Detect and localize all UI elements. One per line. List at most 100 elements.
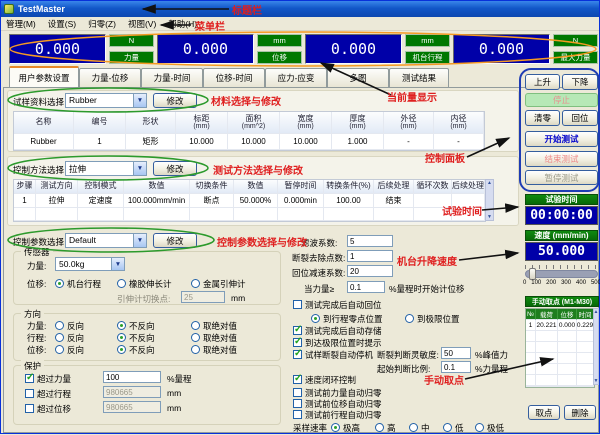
menu-view[interactable]: 视图(V) — [128, 18, 156, 30]
direction-disp-reverse-radio[interactable] — [55, 345, 64, 354]
menu-manage[interactable]: 管理(M) — [6, 18, 36, 30]
break-stop-label[interactable]: 试样断裂自动停机 — [305, 349, 373, 361]
direction-option-label[interactable]: 取绝对值 — [203, 320, 237, 332]
direction-force-reverse-radio[interactable] — [55, 321, 64, 330]
protect-disp-checkbox[interactable] — [25, 404, 34, 413]
sample-rate-option[interactable]: 高 — [387, 422, 396, 434]
ext-switch-input[interactable] — [181, 291, 225, 303]
zero-disp-checkbox[interactable] — [293, 399, 302, 408]
sensor-metal-ext-option[interactable]: 金属引伸计 — [203, 278, 246, 290]
sample-rate-radio-4[interactable] — [475, 423, 484, 432]
scroll-up-icon[interactable]: ▲ — [487, 180, 492, 186]
scroll-down-icon[interactable]: ▼ — [487, 214, 492, 220]
down-button[interactable]: 下降 — [562, 74, 598, 90]
auto-save-label[interactable]: 测试完成后自动存储 — [305, 325, 382, 337]
clear-button[interactable]: 清零 — [525, 110, 560, 126]
protect-stroke-label[interactable]: 超过行程 — [37, 388, 71, 400]
manual-table-scrollbar[interactable]: ▲ ▼ — [593, 308, 599, 385]
end-test-button[interactable]: 结束测试 — [525, 151, 598, 167]
method-combobox[interactable]: 拉伸 ▼ — [65, 161, 147, 176]
direction-option-label[interactable]: 不反向 — [129, 332, 155, 344]
tab-force-time[interactable]: 力量-时间 — [141, 68, 203, 87]
sensor-rubber-ext-option[interactable]: 橡胶伸长计 — [129, 278, 172, 290]
sensor-stroke-option[interactable]: 机台行程 — [67, 278, 101, 290]
direction-disp-noreverse-radio[interactable] — [117, 345, 126, 354]
return-limit-radio[interactable] — [405, 314, 414, 323]
return-zero-label[interactable]: 到行程零点位置 — [323, 313, 383, 325]
protect-force-label[interactable]: 超过力量 — [37, 373, 71, 385]
direction-disp-abs-radio[interactable] — [191, 345, 200, 354]
direction-option-label[interactable]: 反向 — [67, 344, 84, 356]
zero-stroke-checkbox[interactable] — [293, 410, 302, 419]
protect-stroke-input[interactable] — [103, 386, 161, 398]
protect-disp-label[interactable]: 超过位移 — [37, 403, 71, 415]
scroll-up-icon[interactable]: ▲ — [594, 309, 599, 315]
direction-option-label[interactable]: 反向 — [67, 332, 84, 344]
break-stop-checkbox[interactable] — [293, 348, 302, 359]
method-table-scrollbar[interactable]: ▲ ▼ — [485, 179, 494, 221]
sample-rate-option[interactable]: 极高 — [343, 422, 360, 434]
tab-test-result[interactable]: 测试结果 — [389, 68, 449, 87]
method-modify-button[interactable]: 修改 — [153, 161, 197, 176]
return-decel-input[interactable] — [347, 265, 393, 277]
menu-help[interactable]: 帮助(H) — [168, 18, 197, 30]
sensor-stroke-radio[interactable] — [55, 279, 64, 288]
direction-option-label[interactable]: 不反向 — [129, 344, 155, 356]
zero-stroke-label[interactable]: 测试前行程自动归零 — [305, 409, 382, 421]
sample-rate-radio-0[interactable] — [331, 423, 340, 432]
tab-multi-chart[interactable]: 多图 — [327, 68, 389, 87]
tab-displacement-time[interactable]: 位移-时间 — [203, 68, 265, 87]
return-zero-radio[interactable] — [311, 314, 320, 323]
direction-force-noreverse-radio[interactable] — [117, 321, 126, 330]
direction-stroke-noreverse-radio[interactable] — [117, 333, 126, 342]
direction-option-label[interactable]: 取绝对值 — [203, 344, 237, 356]
force-threshold-input[interactable] — [347, 281, 385, 293]
auto-return-label[interactable]: 测试完成后自动回位 — [305, 299, 382, 311]
protect-disp-input[interactable] — [103, 401, 161, 413]
auto-return-checkbox[interactable] — [293, 300, 302, 309]
protect-force-input[interactable] — [103, 371, 161, 383]
sample-rate-option[interactable]: 中 — [421, 422, 430, 434]
direction-option-label[interactable]: 反向 — [67, 320, 84, 332]
break-remove-input[interactable] — [347, 250, 393, 262]
menu-settings[interactable]: 设置(S) — [48, 18, 76, 30]
break-sense-input[interactable] — [441, 347, 471, 359]
zero-force-checkbox[interactable] — [293, 388, 302, 397]
direction-option-label[interactable]: 不反向 — [129, 320, 155, 332]
sample-rate-radio-1[interactable] — [375, 423, 384, 432]
speed-loop-label[interactable]: 速度闭环控制 — [305, 374, 356, 386]
start-test-button[interactable]: 开始测试 — [525, 131, 598, 147]
auto-save-checkbox[interactable] — [293, 324, 302, 335]
protect-stroke-checkbox[interactable] — [25, 389, 34, 398]
direction-option-label[interactable]: 取绝对值 — [203, 332, 237, 344]
sample-combobox[interactable]: Rubber ▼ — [65, 93, 147, 108]
delete-point-button[interactable]: 删除 — [564, 405, 596, 420]
filter-coef-input[interactable] — [347, 235, 393, 247]
scroll-down-icon[interactable]: ▼ — [594, 378, 599, 384]
sensor-metal-ext-radio[interactable] — [191, 279, 200, 288]
limit-prompt-label[interactable]: 到达极限位置时提示 — [305, 337, 382, 349]
limit-prompt-checkbox[interactable] — [293, 336, 302, 347]
sample-rate-option[interactable]: 低 — [455, 422, 464, 434]
protect-force-checkbox[interactable] — [25, 372, 34, 383]
take-point-button[interactable]: 取点 — [528, 405, 560, 420]
title-bar[interactable]: TestMaster — [1, 1, 599, 17]
direction-force-abs-radio[interactable] — [191, 321, 200, 330]
stop-button[interactable]: 停止 — [525, 93, 598, 107]
sample-rate-radio-2[interactable] — [409, 423, 418, 432]
speed-slider-thumb[interactable] — [529, 268, 536, 280]
direction-stroke-reverse-radio[interactable] — [55, 333, 64, 342]
sensor-force-combobox[interactable]: 50.0kg ▼ — [55, 257, 125, 271]
sample-modify-button[interactable]: 修改 — [153, 93, 197, 108]
params-combobox[interactable]: Default ▼ — [65, 233, 147, 248]
up-button[interactable]: 上升 — [525, 74, 560, 90]
sensor-rubber-ext-radio[interactable] — [117, 279, 126, 288]
menu-zero[interactable]: 归零(Z) — [88, 18, 116, 30]
return-limit-label[interactable]: 到极限位置 — [417, 313, 460, 325]
tab-user-params[interactable]: 用户参数设置 — [9, 66, 79, 87]
tab-stress-strain[interactable]: 应力-应变 — [265, 68, 327, 87]
direction-stroke-abs-radio[interactable] — [191, 333, 200, 342]
speed-loop-checkbox[interactable] — [293, 373, 302, 384]
sample-rate-radio-3[interactable] — [443, 423, 452, 432]
sample-rate-option[interactable]: 极低 — [487, 422, 504, 434]
